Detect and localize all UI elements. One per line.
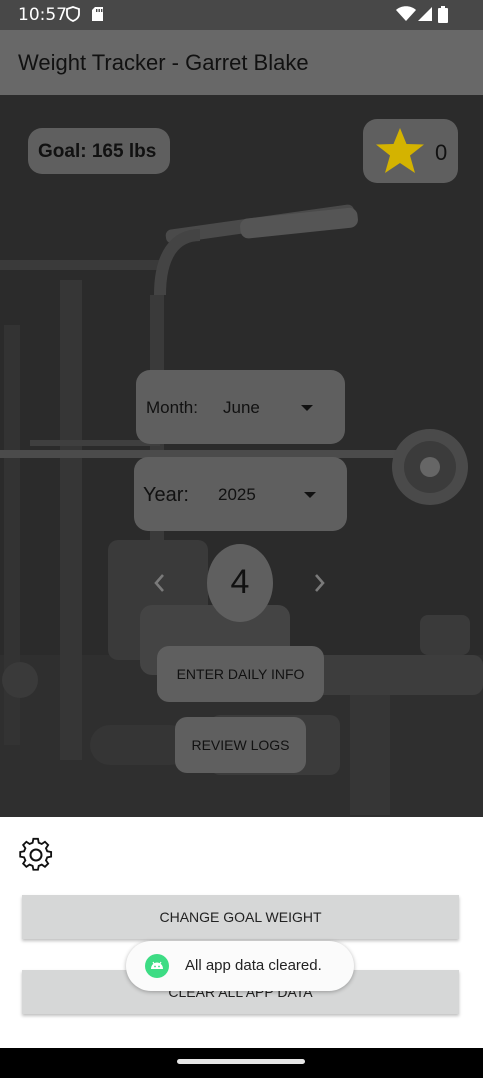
home-gesture-handle[interactable] xyxy=(177,1059,305,1064)
app-bar: Weight Tracker - Garret Blake xyxy=(0,30,483,95)
chevron-left-icon[interactable] xyxy=(152,572,166,594)
status-time: 10:57 xyxy=(18,5,67,25)
goal-badge: Goal: 165 lbs xyxy=(28,128,170,174)
shield-icon xyxy=(66,6,80,22)
change-goal-weight-button[interactable]: CHANGE GOAL WEIGHT xyxy=(22,895,459,939)
navigation-bar xyxy=(0,1048,483,1078)
status-bar: 10:57 xyxy=(0,0,483,30)
battery-icon xyxy=(438,6,448,23)
main-content: Goal: 165 lbs 0 Month: June Year: 2025 4… xyxy=(0,95,483,817)
goal-label: Goal: 165 lbs xyxy=(38,141,157,162)
chevron-down-icon xyxy=(301,405,313,411)
review-logs-button[interactable]: REVIEW LOGS xyxy=(175,717,306,773)
day-display: 4 xyxy=(207,544,273,622)
app-title: Weight Tracker - Garret Blake xyxy=(18,50,309,75)
month-value: June xyxy=(223,398,260,417)
month-label: Month: xyxy=(146,398,198,417)
gear-icon[interactable] xyxy=(18,837,54,873)
day-number: 4 xyxy=(230,563,250,601)
signal-icon xyxy=(418,7,432,21)
year-label: Year: xyxy=(143,484,189,506)
year-selector[interactable]: Year: 2025 xyxy=(134,457,347,531)
wifi-icon xyxy=(396,6,416,21)
star-icon xyxy=(376,128,424,173)
chevron-down-icon xyxy=(304,492,316,498)
star-badge: 0 xyxy=(363,119,458,183)
chevron-right-icon[interactable] xyxy=(313,572,327,594)
star-count: 0 xyxy=(435,140,448,165)
sd-card-icon xyxy=(92,7,103,21)
toast-message: All app data cleared. xyxy=(126,941,354,991)
year-value: 2025 xyxy=(218,485,256,504)
gym-background-image xyxy=(0,95,483,817)
bottom-sheet: CHANGE GOAL WEIGHT CLEAR ALL APP DATA Al… xyxy=(0,817,483,1048)
month-selector[interactable]: Month: June xyxy=(136,370,345,444)
android-icon xyxy=(145,954,169,978)
enter-daily-info-button[interactable]: ENTER DAILY INFO xyxy=(157,646,324,702)
toast-text: All app data cleared. xyxy=(185,957,322,974)
